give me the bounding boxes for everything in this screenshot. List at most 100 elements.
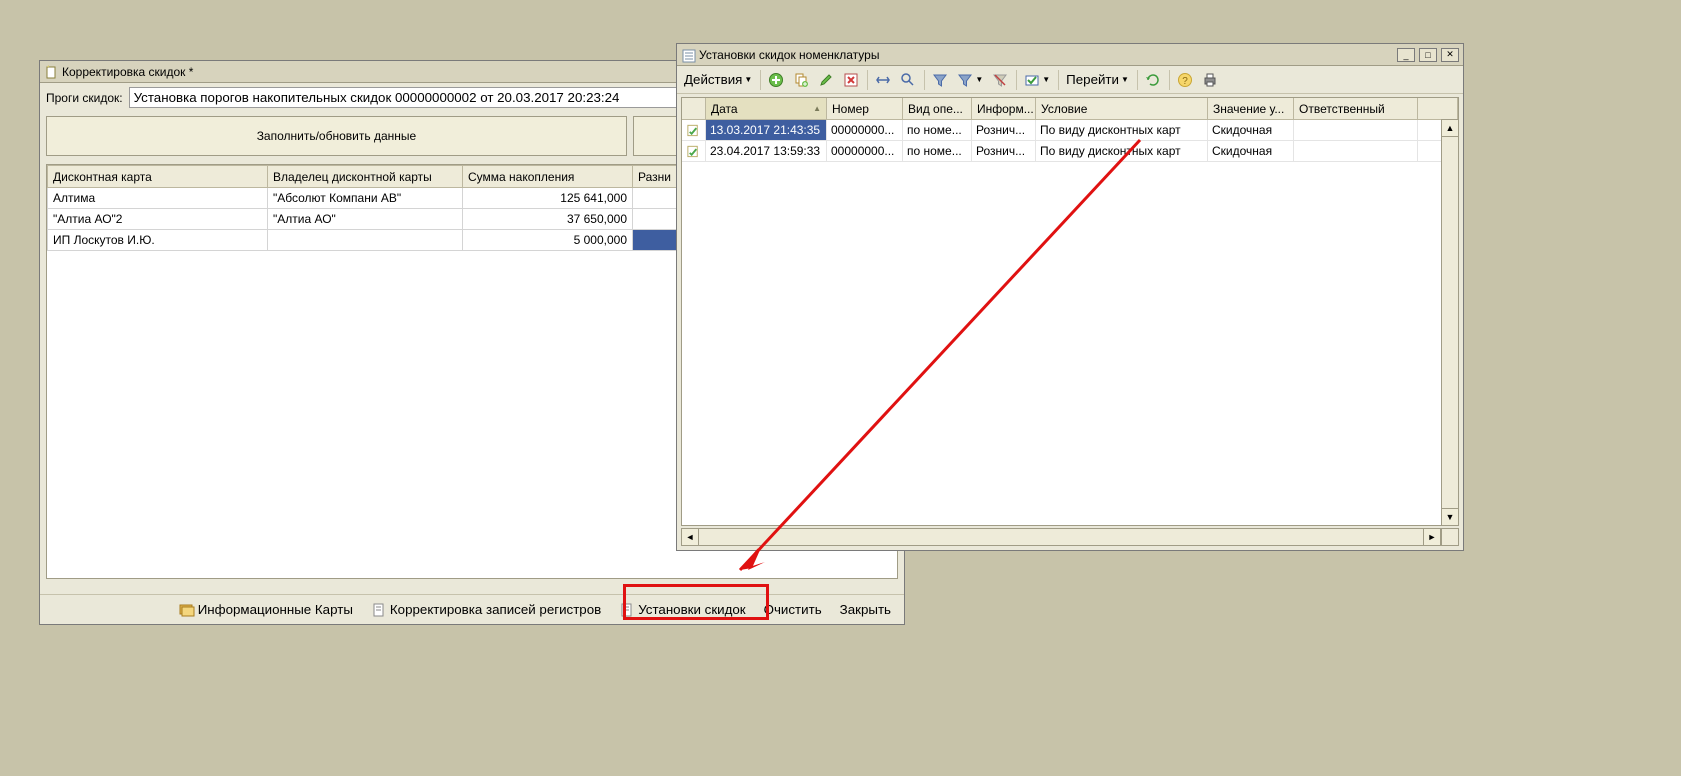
copy-button[interactable]: [789, 68, 813, 92]
col-condition[interactable]: Условие: [1036, 98, 1208, 119]
chevron-down-icon: ▼: [1121, 75, 1129, 84]
grid[interactable]: Дата ▲ Номер Вид опе... Информ... Услови…: [681, 97, 1459, 526]
arrows-horizontal-icon: [875, 72, 891, 88]
fill-update-button[interactable]: Заполнить/обновить данные: [46, 116, 627, 156]
scroll-down-button[interactable]: ▼: [1441, 508, 1459, 526]
separator: [924, 70, 925, 90]
cell: 37 650,000: [463, 209, 633, 230]
cell: [1294, 120, 1418, 140]
cell: по номе...: [903, 141, 972, 161]
doc-icon: [619, 602, 635, 618]
cell: по номе...: [903, 120, 972, 140]
col-responsible[interactable]: Ответственный: [1294, 98, 1418, 119]
scroll-corner: [1441, 528, 1459, 546]
col-number[interactable]: Номер: [827, 98, 903, 119]
refresh-button[interactable]: [1141, 68, 1165, 92]
clear-label: Очистить: [764, 602, 822, 617]
swap-button[interactable]: [871, 68, 895, 92]
print-button[interactable]: [1198, 68, 1222, 92]
post-button[interactable]: ▼: [1020, 68, 1054, 92]
cell: [268, 230, 463, 251]
add-button[interactable]: [764, 68, 788, 92]
doc-icon: [44, 65, 58, 79]
cell: 125 641,000: [463, 188, 633, 209]
col-accum-sum[interactable]: Сумма накопления: [463, 166, 633, 188]
info-cards-label: Информационные Карты: [198, 602, 353, 617]
grid-row[interactable]: 23.04.2017 13:59:33 00000000... по номе.…: [682, 141, 1458, 162]
titlebar[interactable]: Установки скидок номенклатуры _ □ ✕: [677, 44, 1463, 66]
cell: "Алтиа АО"2: [48, 209, 268, 230]
filter-button[interactable]: ▼: [953, 68, 987, 92]
edit-button[interactable]: [814, 68, 838, 92]
close-button[interactable]: Закрыть: [833, 599, 898, 621]
printer-icon: [1202, 72, 1218, 88]
separator: [1137, 70, 1138, 90]
grid-row[interactable]: 13.03.2017 21:43:35 00000000... по номе.…: [682, 120, 1458, 141]
col-card-owner[interactable]: Владелец дисконтной карты: [268, 166, 463, 188]
col-date[interactable]: Дата ▲: [706, 98, 827, 119]
funnel-icon: [932, 72, 948, 88]
separator: [867, 70, 868, 90]
svg-text:?: ?: [1182, 76, 1188, 87]
separator: [760, 70, 761, 90]
col-status[interactable]: [682, 98, 706, 119]
cell: 13.03.2017 21:43:35: [706, 120, 827, 140]
row-status-icon: [682, 141, 706, 161]
cell: Рознич...: [972, 120, 1036, 140]
goto-menu[interactable]: Перейти▼: [1062, 68, 1133, 92]
pencil-icon: [818, 72, 834, 88]
col-spacer: [1418, 98, 1458, 119]
help-icon: ?: [1177, 72, 1193, 88]
actions-menu[interactable]: Действия▼: [680, 68, 756, 92]
copy-icon: [793, 72, 809, 88]
find-button[interactable]: [896, 68, 920, 92]
fill-update-label: Заполнить/обновить данные: [257, 129, 416, 143]
cell: Скидочная: [1208, 120, 1294, 140]
close-label: Закрыть: [840, 602, 891, 617]
col-info[interactable]: Информ...: [972, 98, 1036, 119]
clear-button[interactable]: Очистить: [757, 599, 829, 621]
chevron-down-icon: ▼: [975, 75, 983, 84]
refresh-icon: [1145, 72, 1161, 88]
field-label: Проги скидок:: [46, 91, 123, 105]
cell: 00000000...: [827, 120, 903, 140]
search-icon: [900, 72, 916, 88]
filter-by-value-button[interactable]: [928, 68, 952, 92]
cell: По виду дисконтных карт: [1036, 120, 1208, 140]
scroll-left-button[interactable]: ◄: [681, 528, 699, 546]
row-status-icon: [682, 120, 706, 140]
cell: По виду дисконтных карт: [1036, 141, 1208, 161]
filter-off-button[interactable]: [988, 68, 1012, 92]
cell: ИП Лоскутов И.Ю.: [48, 230, 268, 251]
toolbar: Действия▼ ▼ ▼ Перейти▼ ?: [677, 66, 1463, 94]
chevron-down-icon: ▼: [744, 75, 752, 84]
scroll-track-v[interactable]: [1441, 137, 1459, 508]
col-discount-card[interactable]: Дисконтная карта: [48, 166, 268, 188]
discount-settings-button[interactable]: Установки скидок: [612, 599, 752, 621]
info-cards-button[interactable]: Информационные Карты: [172, 599, 360, 621]
col-condition-value[interactable]: Значение у...: [1208, 98, 1294, 119]
help-button[interactable]: ?: [1173, 68, 1197, 92]
cell: "Абсолют Компани АВ": [268, 188, 463, 209]
separator: [1016, 70, 1017, 90]
scroll-up-button[interactable]: ▲: [1441, 119, 1459, 137]
footer-toolbar: Информационные Карты Корректировка запис…: [40, 594, 904, 624]
minimize-button[interactable]: _: [1397, 48, 1415, 62]
scroll-track[interactable]: [699, 528, 1423, 546]
scroll-right-button[interactable]: ►: [1423, 528, 1441, 546]
corr-registers-label: Корректировка записей регистров: [390, 602, 601, 617]
cell: 00000000...: [827, 141, 903, 161]
delete-mark-button[interactable]: [839, 68, 863, 92]
cell: Скидочная: [1208, 141, 1294, 161]
chevron-down-icon: ▼: [1042, 75, 1050, 84]
col-operation-kind[interactable]: Вид опе...: [903, 98, 972, 119]
corr-registers-button[interactable]: Корректировка записей регистров: [364, 599, 608, 621]
bottom-scrollbar-row: ◄ ►: [681, 528, 1459, 546]
right-scrollbar: ▲ ▼: [1441, 119, 1459, 526]
funnel-icon: [957, 72, 973, 88]
goto-label: Перейти: [1066, 72, 1119, 87]
close-window-button[interactable]: ✕: [1441, 48, 1459, 62]
maximize-button[interactable]: □: [1419, 48, 1437, 62]
cards-icon: [179, 602, 195, 618]
cell: "Алтиа АО": [268, 209, 463, 230]
